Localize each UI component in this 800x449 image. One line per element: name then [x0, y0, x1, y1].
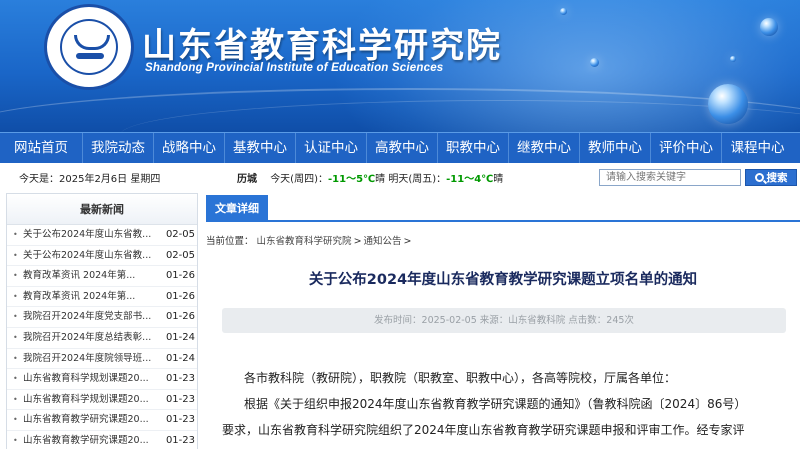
list-item[interactable]: • 山东省教育教学研究课题20... 01-23 — [7, 431, 197, 449]
search-button-label: 搜索 — [766, 172, 788, 184]
list-item[interactable]: • 山东省教育科学规划课题20... 01-23 — [7, 390, 197, 411]
tomorrow-label: 明天(周五)： — [388, 174, 447, 185]
bullet-icon: • — [13, 353, 18, 363]
breadcrumb-notices[interactable]: 通知公告 — [364, 236, 402, 247]
news-date: 01-24 — [165, 331, 195, 343]
news-title[interactable]: 教育改革资讯 2024年第... — [23, 266, 159, 287]
list-item[interactable]: • 教育改革资讯 2024年第... 01-26 — [7, 287, 197, 308]
bullet-icon: • — [13, 332, 18, 342]
nav-item-curriculum[interactable]: 课程中心 — [722, 133, 793, 164]
news-title[interactable]: 关于公布2024年度山东省教... — [23, 246, 159, 267]
tab-article-detail[interactable]: 文章详细 — [206, 195, 268, 222]
article-paragraph: 各市教科院（教研院），职教院（职教室、职教中心），各高等院校，厅属各单位： — [244, 371, 677, 385]
article-meta: 发布时间：2025-02-05 来源：山东省教科院 点击数：245次 — [222, 308, 786, 333]
current-date: 今天是：2025年2月6日 星期四 — [19, 174, 161, 185]
bullet-icon: • — [13, 394, 18, 404]
weather-city: 历城 — [237, 174, 257, 185]
breadcrumb-separator: > — [403, 236, 412, 247]
decor-sphere — [730, 56, 736, 62]
news-list: • 关于公布2024年度山东省教... 02-05 • 关于公布2024年度山东省教.… — [7, 225, 197, 449]
news-title[interactable]: 山东省教育教学研究课题20... — [23, 431, 159, 449]
article-paragraph: 要求，山东省教育科学研究院组织了2024年度山东省教育教学研究课题申报和评审工作… — [222, 423, 745, 437]
news-date: 01-23 — [165, 373, 195, 385]
article-body: 各市教科院（教研院），职教院（职教室、职教中心），各高等院校，厅属各单位： 根据… — [222, 365, 788, 443]
bullet-icon: • — [13, 271, 18, 281]
list-item[interactable]: • 我院召开2024年度总结表彰... 01-24 — [7, 328, 197, 349]
decor-sphere — [590, 58, 599, 67]
nav-item-teacher[interactable]: 教师中心 — [580, 133, 651, 164]
news-title[interactable]: 山东省教育科学规划课题20... — [23, 390, 159, 411]
bullet-icon: • — [13, 291, 18, 301]
nav-item-vocational[interactable]: 职教中心 — [438, 133, 509, 164]
nav-item-evaluation[interactable]: 评价中心 — [651, 133, 722, 164]
institute-logo[interactable] — [44, 4, 134, 90]
news-date: 02-05 — [165, 249, 195, 261]
news-title[interactable]: 我院召开2024年度党支部书... — [23, 307, 159, 328]
article-paragraph: 根据《关于组织申报2024年度山东省教育教学研究课题的通知》（鲁教科院函〔202… — [244, 397, 747, 411]
site-subtitle: Shandong Provincial Institute of Educati… — [145, 62, 444, 74]
search-icon — [754, 173, 764, 182]
news-title[interactable]: 山东省教育教学研究课题20... — [23, 410, 159, 431]
tomorrow-weather: 晴 — [493, 174, 504, 185]
list-item[interactable]: • 我院召开2024年度党支部书... 01-26 — [7, 307, 197, 328]
list-item[interactable]: • 我院召开2024年度院领导班... 01-24 — [7, 349, 197, 370]
list-item[interactable]: • 山东省教育科学规划课题20... 01-23 — [7, 369, 197, 390]
list-item[interactable]: • 关于公布2024年度山东省教... 02-05 — [7, 246, 197, 267]
bullet-icon: • — [13, 250, 18, 260]
bullet-icon: • — [13, 312, 18, 322]
news-date: 01-23 — [165, 393, 195, 405]
breadcrumb-home[interactable]: 山东省教育科学研究院 — [257, 236, 352, 247]
nav-item-higher-edu[interactable]: 高教中心 — [367, 133, 438, 164]
nav-item-news[interactable]: 我院动态 — [83, 133, 154, 164]
header-banner: 山东省教育科学研究院 Shandong Provincial Institute… — [0, 0, 800, 132]
main-nav: 网站首页 我院动态 战略中心 基教中心 认证中心 高教中心 职教中心 继教中心 … — [0, 132, 800, 164]
news-date: 01-26 — [165, 311, 195, 323]
logo-emblem — [60, 19, 118, 75]
decor-sphere — [760, 18, 778, 36]
news-date: 01-26 — [165, 290, 195, 302]
news-date: 02-05 — [165, 229, 195, 240]
nav-item-strategy[interactable]: 战略中心 — [154, 133, 225, 164]
nav-item-basic-edu[interactable]: 基教中心 — [225, 133, 296, 164]
today-label: 今天(周四)： — [270, 174, 328, 185]
bullet-icon: • — [13, 435, 18, 445]
breadcrumb-separator: > — [353, 236, 362, 247]
bullet-icon: • — [13, 374, 18, 384]
bullet-icon: • — [13, 230, 18, 239]
news-title[interactable]: 教育改革资讯 2024年第... — [23, 287, 159, 308]
decor-sphere — [560, 8, 567, 15]
nav-item-certification[interactable]: 认证中心 — [296, 133, 367, 164]
news-title[interactable]: 关于公布2024年度山东省教... — [23, 225, 159, 246]
sidebar-title: 最新新闻 — [7, 194, 197, 225]
tomorrow-temp: -11～4℃ — [446, 174, 494, 185]
search-button[interactable]: 搜索 — [745, 169, 797, 186]
list-item[interactable]: • 关于公布2024年度山东省教... 02-05 — [7, 225, 197, 246]
bullet-icon: • — [13, 415, 18, 425]
weather-widget: 历城 今天(周四)：-11～5℃晴 明天(周五)：-11～4℃晴 — [237, 170, 503, 185]
list-item[interactable]: • 教育改革资讯 2024年第... 01-26 — [7, 266, 197, 287]
news-title[interactable]: 我院召开2024年度院领导班... — [23, 349, 159, 370]
news-date: 01-24 — [165, 352, 195, 364]
list-item[interactable]: • 山东省教育教学研究课题20... 01-23 — [7, 410, 197, 431]
news-date: 01-23 — [165, 434, 195, 446]
today-temp: -11～5℃ — [328, 174, 376, 185]
nav-item-home[interactable]: 网站首页 — [0, 133, 83, 164]
news-date: 01-26 — [165, 270, 195, 282]
breadcrumb-prefix: 当前位置： — [206, 236, 254, 247]
search-input[interactable] — [599, 169, 741, 186]
today-weather: 晴 — [375, 174, 386, 185]
article-tabbar: 文章详细 — [206, 193, 800, 222]
decor-sphere — [708, 84, 748, 124]
breadcrumb: 当前位置： 山东省教育科学研究院 > 通知公告 > — [206, 233, 414, 247]
nav-item-continuing[interactable]: 继教中心 — [509, 133, 580, 164]
latest-news-panel: 最新新闻 • 关于公布2024年度山东省教... 02-05 • 关于公布2024年度… — [6, 193, 198, 449]
article-title: 关于公布2024年度山东省教育教学研究课题立项名单的通知 — [308, 272, 698, 288]
news-date: 01-23 — [165, 414, 195, 426]
site-title: 山东省教育科学研究院 — [142, 26, 502, 66]
news-title[interactable]: 山东省教育科学规划课题20... — [23, 369, 159, 390]
news-title[interactable]: 我院召开2024年度总结表彰... — [23, 328, 159, 349]
